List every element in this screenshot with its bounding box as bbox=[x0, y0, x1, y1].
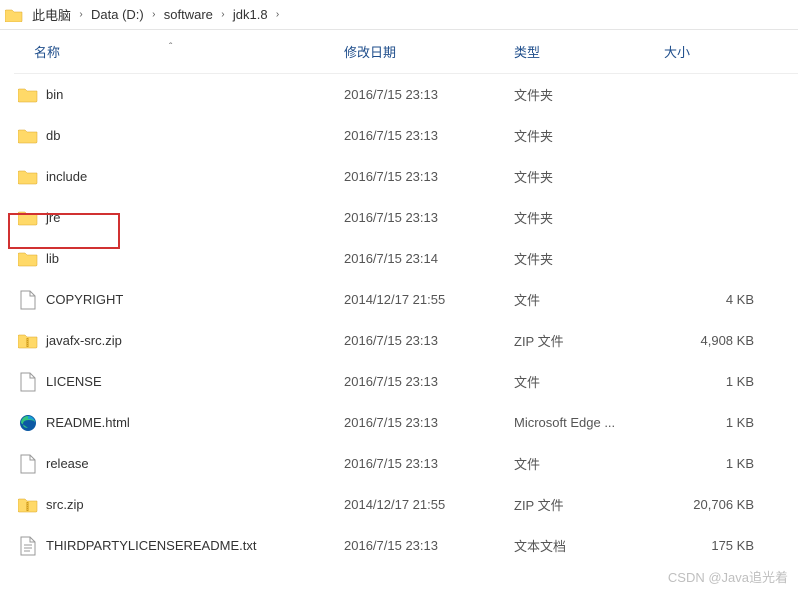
file-date: 2016/7/15 23:13 bbox=[344, 169, 514, 184]
file-icon bbox=[18, 290, 38, 310]
file-name: COPYRIGHT bbox=[46, 292, 123, 307]
file-date: 2016/7/15 23:13 bbox=[344, 456, 514, 471]
file-date: 2016/7/15 23:13 bbox=[344, 538, 514, 553]
breadcrumb-item-0[interactable]: 此电脑 bbox=[30, 5, 73, 24]
file-size: 1 KB bbox=[664, 374, 764, 389]
sort-indicator-icon: ˆ bbox=[169, 42, 172, 53]
file-name: db bbox=[46, 128, 60, 143]
file-row[interactable]: javafx-src.zip 2016/7/15 23:13ZIP 文件4,908… bbox=[14, 320, 798, 361]
file-size: 20,706 KB bbox=[664, 497, 764, 512]
column-header-size[interactable]: 大小 bbox=[664, 42, 764, 61]
file-list: bin2016/7/15 23:13文件夹db2016/7/15 23:13文件… bbox=[14, 74, 798, 566]
edge-icon bbox=[18, 413, 38, 433]
column-header-date[interactable]: 修改日期 bbox=[344, 42, 514, 61]
file-size: 1 KB bbox=[664, 456, 764, 471]
file-size: 1 KB bbox=[664, 415, 764, 430]
file-name: LICENSE bbox=[46, 374, 102, 389]
file-date: 2016/7/15 23:13 bbox=[344, 87, 514, 102]
folder-icon bbox=[18, 85, 38, 105]
file-type: ZIP 文件 bbox=[514, 495, 664, 514]
file-row[interactable]: bin 2016/7/15 23:13文件夹 bbox=[14, 74, 798, 115]
file-row[interactable]: LICENSE 2016/7/15 23:13文件1 KB bbox=[14, 361, 798, 402]
file-date: 2016/7/15 23:13 bbox=[344, 415, 514, 430]
location-folder-icon bbox=[4, 5, 24, 25]
file-name: THIRDPARTYLICENSEREADME.txt bbox=[46, 538, 256, 553]
breadcrumb-item-1[interactable]: Data (D:) bbox=[89, 7, 146, 22]
file-row[interactable]: db 2016/7/15 23:13文件夹 bbox=[14, 115, 798, 156]
file-row[interactable]: jre 2016/7/15 23:13文件夹 bbox=[14, 197, 798, 238]
file-type: 文件 bbox=[514, 454, 664, 473]
file-name: include bbox=[46, 169, 87, 184]
file-row[interactable]: THIRDPARTYLICENSEREADME.txt 2016/7/15 23:… bbox=[14, 525, 798, 566]
file-row[interactable]: COPYRIGHT 2014/12/17 21:55文件4 KB bbox=[14, 279, 798, 320]
column-header-type[interactable]: 类型 bbox=[514, 42, 664, 61]
file-name: src.zip bbox=[46, 497, 84, 512]
zip-icon bbox=[18, 331, 38, 351]
folder-icon bbox=[18, 249, 38, 269]
file-name: jre bbox=[46, 210, 60, 225]
file-date: 2016/7/15 23:14 bbox=[344, 251, 514, 266]
file-type: 文件夹 bbox=[514, 208, 664, 227]
file-type: 文件夹 bbox=[514, 249, 664, 268]
file-name: README.html bbox=[46, 415, 130, 430]
zip-icon bbox=[18, 495, 38, 515]
breadcrumb-item-3[interactable]: jdk1.8 bbox=[231, 7, 270, 22]
file-name: bin bbox=[46, 87, 63, 102]
file-date: 2016/7/15 23:13 bbox=[344, 210, 514, 225]
file-name: javafx-src.zip bbox=[46, 333, 122, 348]
file-size: 175 KB bbox=[664, 538, 764, 553]
file-size: 4 KB bbox=[664, 292, 764, 307]
file-type: 文件 bbox=[514, 372, 664, 391]
file-size: 4,908 KB bbox=[664, 333, 764, 348]
breadcrumb-item-2[interactable]: software bbox=[162, 7, 215, 22]
folder-icon bbox=[18, 126, 38, 146]
column-header-row: 名称 ˆ 修改日期 类型 大小 bbox=[14, 30, 798, 74]
folder-icon bbox=[18, 167, 38, 187]
file-row[interactable]: lib 2016/7/15 23:14文件夹 bbox=[14, 238, 798, 279]
file-date: 2014/12/17 21:55 bbox=[344, 497, 514, 512]
file-name: release bbox=[46, 456, 89, 471]
file-icon bbox=[18, 372, 38, 392]
chevron-right-icon[interactable]: › bbox=[215, 9, 231, 20]
file-row[interactable]: include 2016/7/15 23:13文件夹 bbox=[14, 156, 798, 197]
file-type: ZIP 文件 bbox=[514, 331, 664, 350]
file-name: lib bbox=[46, 251, 59, 266]
file-date: 2016/7/15 23:13 bbox=[344, 333, 514, 348]
chevron-right-icon[interactable]: › bbox=[73, 9, 89, 20]
file-date: 2016/7/15 23:13 bbox=[344, 374, 514, 389]
file-type: 文件夹 bbox=[514, 126, 664, 145]
file-type: 文件 bbox=[514, 290, 664, 309]
watermark-text: CSDN @Java追光着 bbox=[668, 567, 788, 586]
file-type: Microsoft Edge ... bbox=[514, 415, 664, 430]
chevron-right-icon[interactable]: › bbox=[146, 9, 162, 20]
breadcrumb-bar: 此电脑 › Data (D:) › software › jdk1.8 › bbox=[0, 0, 798, 30]
text-icon bbox=[18, 536, 38, 556]
file-type: 文件夹 bbox=[514, 85, 664, 104]
folder-icon bbox=[18, 208, 38, 228]
column-header-name[interactable]: 名称 ˆ bbox=[14, 42, 344, 61]
file-date: 2014/12/17 21:55 bbox=[344, 292, 514, 307]
file-row[interactable]: release 2016/7/15 23:13文件1 KB bbox=[14, 443, 798, 484]
chevron-right-icon[interactable]: › bbox=[270, 9, 286, 20]
file-row[interactable]: src.zip 2014/12/17 21:55ZIP 文件20,706 KB bbox=[14, 484, 798, 525]
file-type: 文件夹 bbox=[514, 167, 664, 186]
file-type: 文本文档 bbox=[514, 536, 664, 555]
file-date: 2016/7/15 23:13 bbox=[344, 128, 514, 143]
file-icon bbox=[18, 454, 38, 474]
file-row[interactable]: README.html 2016/7/15 23:13Microsoft Edge… bbox=[14, 402, 798, 443]
